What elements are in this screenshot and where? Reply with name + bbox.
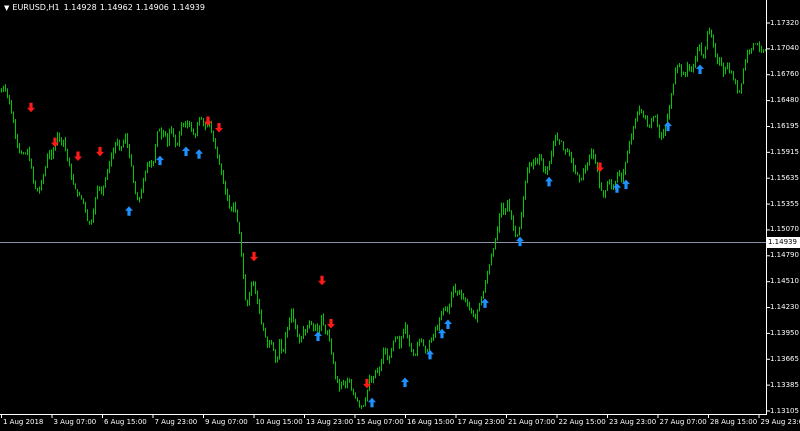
time-tick-label: 1 Aug 2018	[3, 418, 44, 426]
sell-arrow-icon	[327, 319, 335, 329]
time-tick-label: 10 Aug 15:00	[255, 418, 303, 426]
price-tick-label: 1.15070	[770, 225, 799, 234]
price-tick-label: 1.14510	[770, 277, 799, 286]
price-tick-label: 1.16480	[770, 96, 799, 105]
close-price: 1.14939	[171, 3, 205, 12]
time-tick-label: 3 Aug 07:00	[53, 418, 97, 426]
low-price: 1.14906	[135, 3, 169, 12]
time-tick-label: 6 Aug 15:00	[104, 418, 147, 426]
price-tick-label: 1.15635	[770, 173, 799, 182]
buy-arrow-icon	[182, 146, 190, 156]
buy-arrow-icon	[516, 236, 524, 247]
chart-header: ▼ EURUSD,H1 1.14928 1.14962 1.14906 1.14939	[4, 3, 208, 13]
time-tick-label: 15 Aug 07:00	[356, 418, 404, 426]
price-candles	[1, 27, 766, 409]
high-price: 1.14962	[99, 3, 133, 12]
time-tick-label: 29 Aug 23:00	[760, 418, 800, 426]
buy-arrow-icon	[195, 149, 203, 159]
sell-arrow-icon	[318, 275, 326, 286]
price-tick-label: 1.17040	[770, 44, 799, 53]
price-tick-label: 1.14230	[770, 303, 799, 312]
sell-arrow-icon	[74, 151, 82, 161]
buy-arrow-icon	[156, 155, 164, 166]
buy-arrow-icon	[314, 331, 322, 341]
buy-arrow-icon	[545, 176, 553, 187]
sell-arrow-icon	[96, 146, 104, 157]
price-tick-label: 1.16195	[770, 121, 799, 130]
price-tick-label: 1.15355	[770, 199, 799, 208]
sell-arrow-icon	[215, 122, 223, 133]
price-tick-label: 1.16760	[770, 70, 799, 79]
buy-arrow-icon	[368, 397, 376, 408]
time-tick-label: 22 Aug 15:00	[558, 418, 606, 426]
price-tick-label: 1.15915	[770, 147, 799, 156]
time-tick-label: 21 Aug 07:00	[508, 418, 556, 426]
time-tick-label: 17 Aug 23:00	[457, 418, 505, 426]
buy-arrow-icon	[125, 206, 133, 216]
price-tick-label: 1.14790	[770, 251, 799, 260]
sell-arrow-icon	[250, 251, 258, 262]
time-tick-label: 16 Aug 15:00	[407, 418, 455, 426]
price-tick-label: 1.13950	[770, 328, 799, 337]
time-tick-label: 27 Aug 07:00	[659, 418, 707, 426]
time-tick-label: 13 Aug 23:00	[306, 418, 354, 426]
time-tick-label: 28 Aug 15:00	[710, 418, 758, 426]
bid-price-label: 1.14939	[766, 237, 800, 248]
buy-arrow-icon	[696, 64, 704, 75]
buy-arrow-icon	[481, 298, 489, 308]
time-tick-label: 23 Aug 23:00	[609, 418, 657, 426]
open-price: 1.14928	[63, 3, 97, 12]
buy-arrow-icon	[613, 183, 621, 193]
buy-arrow-icon	[444, 319, 452, 330]
chart-menu-triangle-icon[interactable]: ▼	[4, 3, 9, 13]
time-tick-label: 9 Aug 07:00	[205, 418, 248, 426]
price-chart[interactable]	[0, 0, 800, 431]
price-tick-label: 1.13105	[770, 406, 799, 415]
time-tick-label: 7 Aug 23:00	[154, 418, 198, 426]
price-tick-label: 1.17320	[770, 18, 799, 27]
price-tick-label: 1.13665	[770, 354, 799, 363]
buy-arrow-icon	[401, 377, 409, 388]
sell-arrow-icon	[27, 102, 35, 113]
symbol-label: EURUSD,H1	[12, 3, 60, 12]
chart-window[interactable]: ▼ EURUSD,H1 1.14928 1.14962 1.14906 1.14939 1…	[0, 0, 800, 431]
signal-arrows	[27, 64, 704, 408]
price-tick-label: 1.13385	[770, 380, 799, 389]
